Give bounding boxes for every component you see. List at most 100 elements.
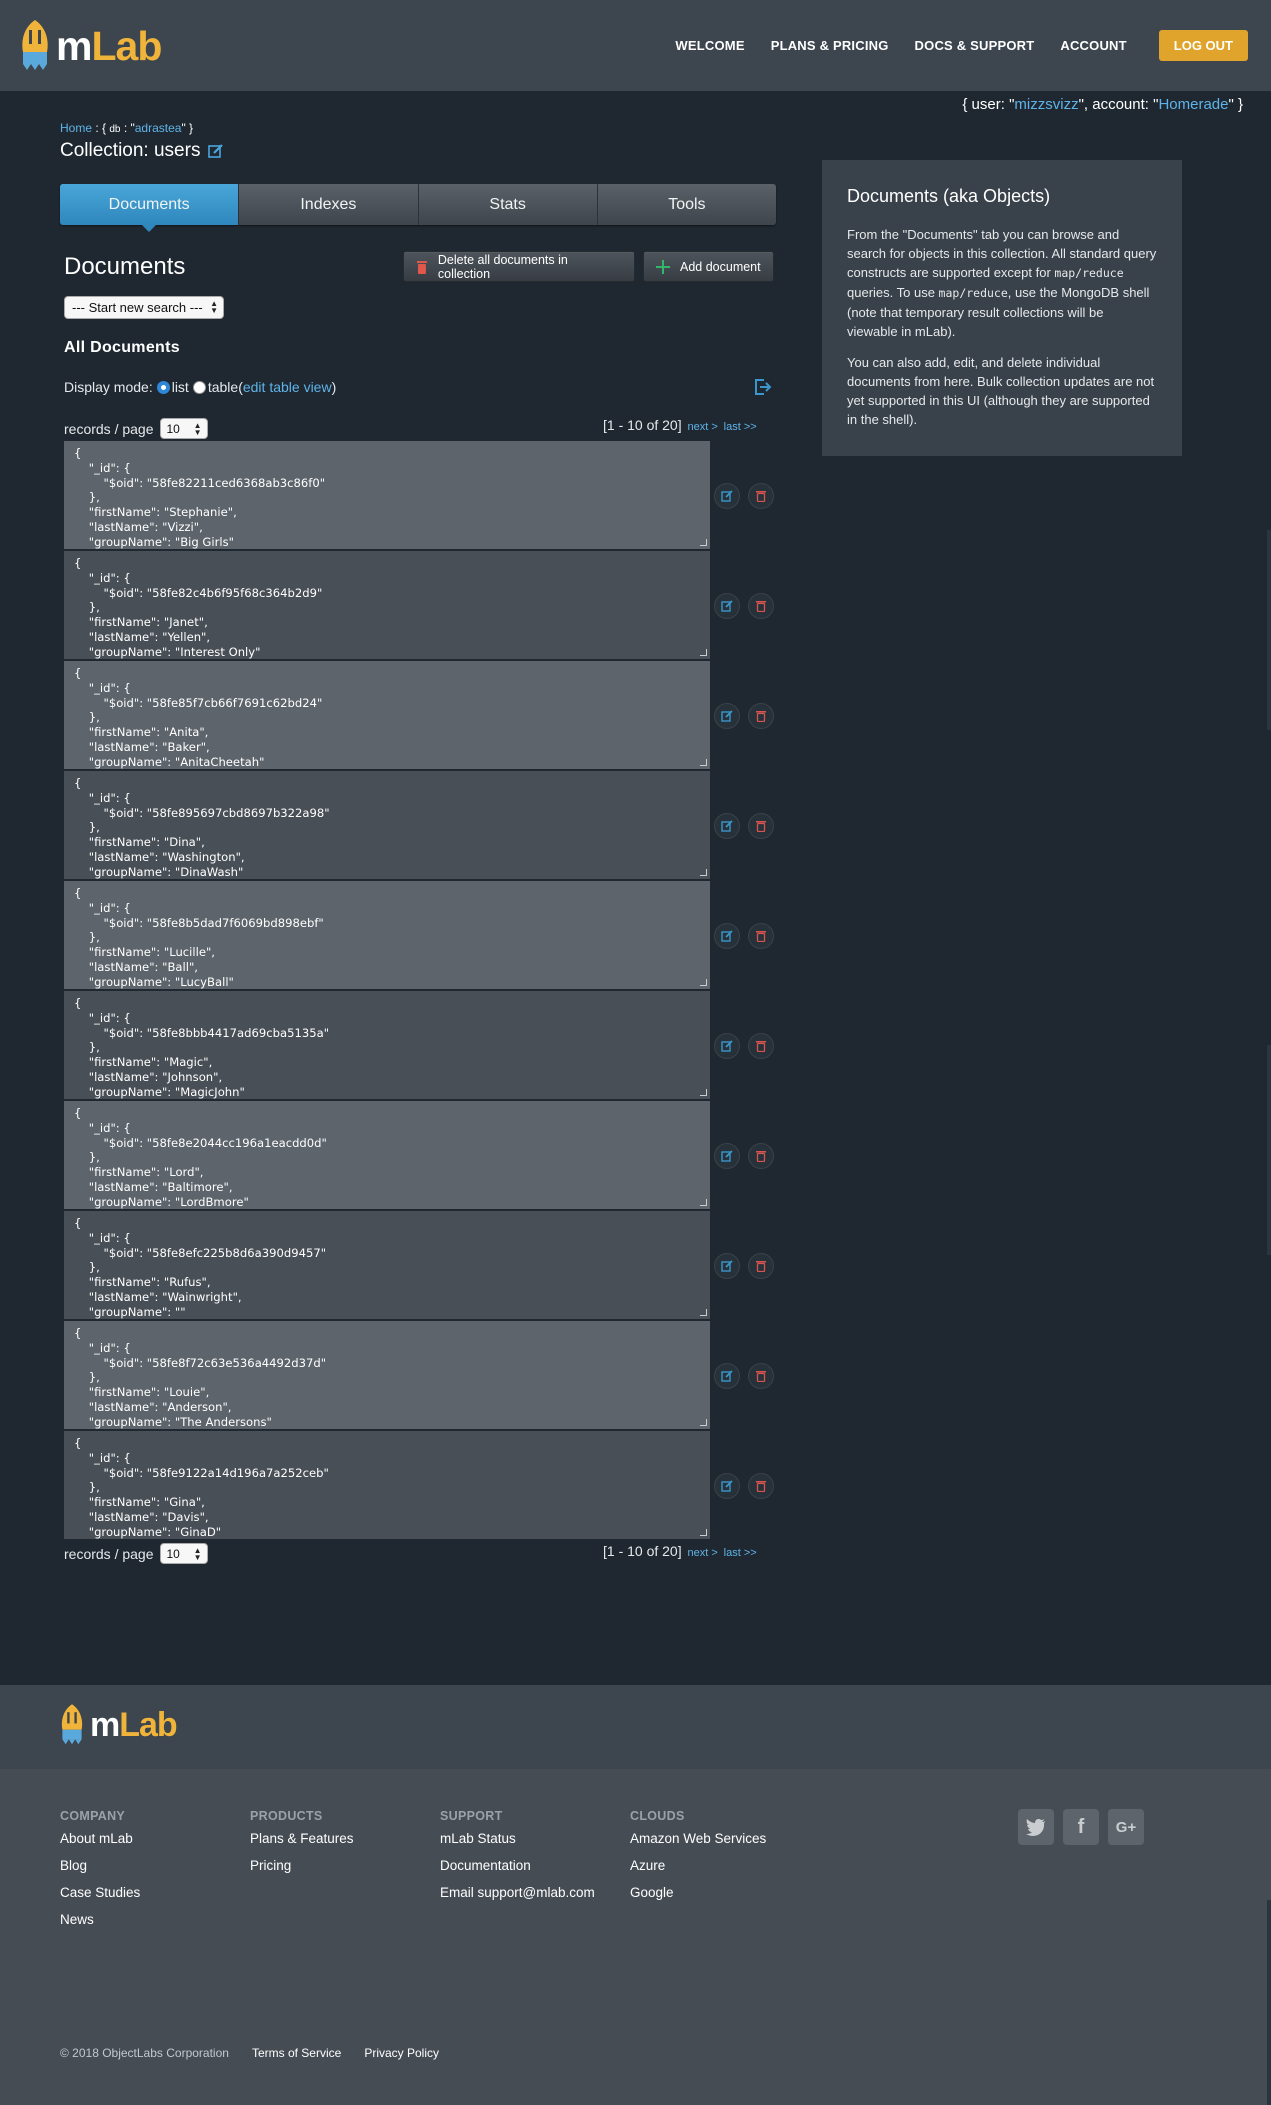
resize-handle[interactable] [700, 1419, 707, 1426]
edit-document-button[interactable] [714, 703, 740, 729]
resize-handle[interactable] [700, 1199, 707, 1206]
account-link[interactable]: Homerade [1158, 96, 1228, 113]
document-json[interactable]: { "_id": { "$oid": "58fe85f7cb66f7691c62… [64, 661, 710, 769]
edit-document-button[interactable] [714, 1143, 740, 1169]
document-json[interactable]: { "_id": { "$oid": "58fe8e2044cc196a1eac… [64, 1101, 710, 1209]
delete-document-button[interactable] [748, 1363, 774, 1389]
nav-docs-support[interactable]: DOCS & SUPPORT [915, 38, 1035, 53]
document-row[interactable]: { "_id": { "$oid": "58fe8e2044cc196a1eac… [64, 1101, 710, 1211]
footer-link-about[interactable]: About mLab [60, 1831, 140, 1846]
resize-handle[interactable] [700, 1309, 707, 1316]
last-page-link[interactable]: last >> [724, 1547, 757, 1559]
resize-handle[interactable] [700, 649, 707, 656]
footer-link-blog[interactable]: Blog [60, 1858, 140, 1873]
document-json[interactable]: { "_id": { "$oid": "58fe8b5dad7f6069bd89… [64, 881, 710, 989]
next-page-link[interactable]: next > [688, 1547, 718, 1559]
footer-link-documentation[interactable]: Documentation [440, 1858, 595, 1873]
footer-link-plans-features[interactable]: Plans & Features [250, 1831, 354, 1846]
export-icon[interactable] [754, 378, 772, 396]
edit-collection-name-icon[interactable] [208, 143, 224, 159]
document-json[interactable]: { "_id": { "$oid": "58fe82211ced6368ab3c… [64, 441, 710, 549]
nav-plans-pricing[interactable]: PLANS & PRICING [771, 38, 889, 53]
document-row[interactable]: { "_id": { "$oid": "58fe895697cbd8697b32… [64, 771, 710, 881]
document-row[interactable]: { "_id": { "$oid": "58fe8efc225b8d6a390d… [64, 1211, 710, 1321]
scrollbar-thumb[interactable] [1267, 1900, 1271, 2105]
delete-document-button[interactable] [748, 813, 774, 839]
footer-link-news[interactable]: News [60, 1912, 140, 1927]
delete-document-button[interactable] [748, 1253, 774, 1279]
twitter-icon[interactable] [1018, 1809, 1054, 1845]
tab-stats[interactable]: Stats [419, 184, 598, 225]
terms-of-service-link[interactable]: Terms of Service [252, 2046, 341, 2060]
document-json[interactable]: { "_id": { "$oid": "58fe8bbb4417ad69cba5… [64, 991, 710, 1099]
document-row[interactable]: { "_id": { "$oid": "58fe8f72c63e536a4492… [64, 1321, 710, 1431]
document-json[interactable]: { "_id": { "$oid": "58fe8efc225b8d6a390d… [64, 1211, 710, 1319]
edit-document-button[interactable] [714, 813, 740, 839]
edit-document-button[interactable] [714, 1473, 740, 1499]
footer-link-google[interactable]: Google [630, 1885, 766, 1900]
edit-document-button[interactable] [714, 593, 740, 619]
edit-document-button[interactable] [714, 923, 740, 949]
edit-table-view-link[interactable]: edit table view [243, 379, 332, 395]
delete-document-button[interactable] [748, 703, 774, 729]
next-page-link[interactable]: next > [688, 421, 718, 433]
display-mode-list-radio[interactable] [156, 380, 170, 394]
tab-indexes[interactable]: Indexes [239, 184, 419, 225]
edit-document-button[interactable] [714, 1033, 740, 1059]
delete-document-button[interactable] [748, 1143, 774, 1169]
edit-icon [721, 1040, 733, 1052]
last-page-link[interactable]: last >> [724, 421, 757, 433]
delete-document-button[interactable] [748, 1473, 774, 1499]
resize-handle[interactable] [700, 869, 707, 876]
delete-document-button[interactable] [748, 923, 774, 949]
edit-document-button[interactable] [714, 1253, 740, 1279]
nav-welcome[interactable]: WELCOME [675, 38, 744, 53]
footer-link-email-support[interactable]: Email support@mlab.com [440, 1885, 595, 1900]
logout-button[interactable]: LOG OUT [1158, 30, 1248, 61]
resize-handle[interactable] [700, 1089, 707, 1096]
document-row[interactable]: { "_id": { "$oid": "58fe85f7cb66f7691c62… [64, 661, 710, 771]
breadcrumb-db-link[interactable]: adrastea [135, 121, 182, 135]
facebook-icon[interactable]: f [1063, 1809, 1099, 1845]
search-select[interactable]: --- Start new search --- ▲ ▼ [64, 296, 224, 319]
delete-document-button[interactable] [748, 1033, 774, 1059]
display-mode-table-radio[interactable] [192, 380, 206, 394]
document-json[interactable]: { "_id": { "$oid": "58fe9122a14d196a7a25… [64, 1431, 710, 1539]
tab-documents[interactable]: Documents [60, 184, 240, 232]
document-row[interactable]: { "_id": { "$oid": "58fe8bbb4417ad69cba5… [64, 991, 710, 1101]
resize-handle[interactable] [700, 979, 707, 986]
resize-handle[interactable] [700, 759, 707, 766]
delete-all-documents-button[interactable]: Delete all documents in collection [403, 251, 635, 282]
privacy-policy-link[interactable]: Privacy Policy [364, 2046, 439, 2060]
edit-document-button[interactable] [714, 483, 740, 509]
records-per-page-select[interactable]: 10 ▲ ▼ [159, 1543, 208, 1564]
add-document-button[interactable]: Add document [643, 251, 774, 282]
user-link[interactable]: mizzsvizz [1014, 96, 1078, 113]
nav-account[interactable]: ACCOUNT [1060, 38, 1126, 53]
footer-link-pricing[interactable]: Pricing [250, 1858, 354, 1873]
document-row[interactable]: { "_id": { "$oid": "58fe82c4b6f95f68c364… [64, 551, 710, 661]
delete-document-button[interactable] [748, 593, 774, 619]
scrollbar-thumb[interactable] [1267, 530, 1271, 730]
mlab-logo[interactable]: mLab [20, 20, 162, 72]
records-per-page-select[interactable]: 10 ▲ ▼ [159, 418, 208, 439]
footer-link-status[interactable]: mLab Status [440, 1831, 595, 1846]
scrollbar-thumb[interactable] [1267, 1045, 1271, 1255]
document-json[interactable]: { "_id": { "$oid": "58fe82c4b6f95f68c364… [64, 551, 710, 659]
google-plus-icon[interactable]: G+ [1108, 1809, 1144, 1845]
resize-handle[interactable] [700, 539, 707, 546]
footer-link-aws[interactable]: Amazon Web Services [630, 1831, 766, 1846]
footer-link-case-studies[interactable]: Case Studies [60, 1885, 140, 1900]
document-row[interactable]: { "_id": { "$oid": "58fe9122a14d196a7a25… [64, 1431, 710, 1541]
document-json[interactable]: { "_id": { "$oid": "58fe8f72c63e536a4492… [64, 1321, 710, 1429]
delete-document-button[interactable] [748, 483, 774, 509]
tab-tools[interactable]: Tools [598, 184, 776, 225]
edit-document-button[interactable] [714, 1363, 740, 1389]
document-row[interactable]: { "_id": { "$oid": "58fe82211ced6368ab3c… [64, 441, 710, 551]
document-row[interactable]: { "_id": { "$oid": "58fe8b5dad7f6069bd89… [64, 881, 710, 991]
resize-handle[interactable] [700, 1529, 707, 1536]
footer-logo[interactable]: mLab [60, 1703, 178, 1747]
breadcrumb-home-link[interactable]: Home [60, 121, 92, 135]
footer-link-azure[interactable]: Azure [630, 1858, 766, 1873]
document-json[interactable]: { "_id": { "$oid": "58fe895697cbd8697b32… [64, 771, 710, 879]
